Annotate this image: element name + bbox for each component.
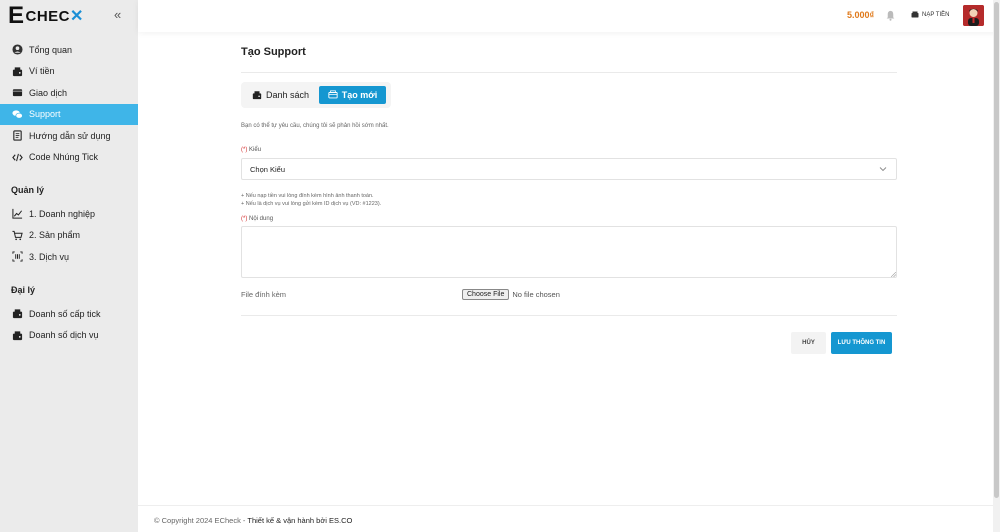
bell-icon[interactable] [885, 10, 896, 21]
required-mark: (*) [241, 216, 248, 222]
sidebar-item-label: 2. Sản phẩm [29, 230, 81, 241]
tab-label: Tạo mới [341, 90, 378, 100]
type-select[interactable]: Chọn Kiểu [241, 158, 897, 180]
type-select-value: Chọn Kiểu [250, 164, 286, 174]
attachment-label: File đính kèm [241, 290, 287, 299]
wallet-icon [911, 11, 919, 18]
ticket-icon [328, 90, 338, 99]
logo[interactable]: E CHEC ✕ [8, 4, 84, 28]
sidebar-item-label: Tổng quan [29, 44, 73, 55]
choose-file-button[interactable]: Choose File [462, 289, 510, 300]
sidebar-item-doanh-so-dich-vu[interactable]: Doanh số dịch vụ [0, 325, 138, 347]
sidebar-item-label: Giao dịch [29, 87, 68, 98]
credit-link[interactable]: Thiết kế & vận hành bởi ES.CO [247, 516, 352, 525]
content-label: (*) Nội dung [241, 216, 273, 222]
page-title: Tạo Support [241, 46, 306, 58]
sidebar-item-san-pham[interactable]: 2. Sản phẩm [0, 225, 138, 247]
file-status: No file chosen [512, 290, 560, 299]
type-label: (*) Kiểu [241, 147, 261, 153]
sidebar-item-label: Doanh số dịch vụ [29, 330, 99, 341]
sidebar-item-code-nhung[interactable]: Code Nhúng Tick [0, 147, 138, 169]
sidebar-item-label: Doanh số cấp tick [29, 308, 101, 319]
type-label-text: Kiểu [249, 147, 262, 153]
book-icon [11, 130, 24, 141]
cart-icon [11, 230, 24, 241]
intro-text: Bạn có thể tự yêu cầu, chúng tôi sẽ phản… [241, 123, 389, 129]
file-input: Choose File No file chosen [462, 289, 560, 300]
user-circle-icon [11, 44, 24, 55]
avatar-image [963, 5, 984, 26]
hint-topup: + Nếu nạp tiền vui lòng đính kèm hình ản… [241, 193, 374, 199]
cancel-button[interactable]: HỦY [791, 332, 826, 354]
footer: © Copyright 2024 ECheck - Thiết kế & vận… [138, 505, 993, 532]
sidebar-item-doanh-so-cap-tick[interactable]: Doanh số cấp tick [0, 303, 138, 325]
divider [241, 72, 897, 73]
scrollbar-thumb[interactable] [994, 2, 999, 498]
balance-amount: 5.000₫ [847, 10, 875, 20]
collapse-sidebar-button[interactable]: « [114, 8, 121, 22]
sidebar-item-doanh-nghiep[interactable]: 1. Doanh nghiệp [0, 203, 138, 225]
content-label-text: Nội dung [249, 216, 274, 222]
tab-danh-sach[interactable]: Danh sách [252, 86, 309, 104]
sidebar-main-nav: Tổng quan Ví tiền Giao dịch Support Hướn… [0, 39, 138, 168]
section-title-quan-ly: Quản lý [11, 185, 45, 195]
chevron-down-icon [879, 167, 887, 172]
wallet-icon [11, 308, 24, 319]
wallet-icon [11, 66, 24, 77]
sidebar-item-label: 3. Dịch vụ [29, 251, 70, 262]
sidebar-item-label: Hướng dẫn sử dụng [29, 130, 111, 141]
sidebar-item-vi-tien[interactable]: Ví tiền [0, 61, 138, 83]
sidebar-agent-nav: Doanh số cấp tick Doanh số dịch vụ [0, 303, 138, 346]
sidebar-item-dich-vu[interactable]: 3. Dịch vụ [0, 246, 138, 268]
resize-grip-icon[interactable] [891, 272, 896, 277]
sidebar-item-support[interactable]: Support [0, 103, 138, 125]
wallet-icon [11, 330, 24, 341]
sidebar-item-label: Ví tiền [29, 66, 55, 77]
divider [241, 315, 897, 316]
tab-tao-moi[interactable]: Tạo mới [319, 86, 386, 104]
copyright-text: © Copyright 2024 ECheck - [154, 516, 248, 525]
content-textarea[interactable] [241, 226, 897, 278]
logo-x: ✕ [70, 8, 84, 25]
logo-text: CHEC [25, 7, 71, 25]
sidebar-item-label: Code Nhúng Tick [29, 152, 99, 163]
sidebar-item-giao-dich[interactable]: Giao dịch [0, 82, 138, 104]
save-button[interactable]: LƯU THÔNG TIN [831, 332, 892, 354]
top-bar: 5.000₫ NẠP TIỀN [138, 0, 1000, 32]
avatar[interactable] [963, 5, 984, 26]
required-mark: (*) [241, 147, 248, 153]
code-icon [11, 152, 24, 163]
vertical-scrollbar[interactable] [993, 0, 1000, 532]
logo-row: E CHEC ✕ « [0, 0, 138, 32]
chart-icon [11, 208, 24, 219]
wallet-icon [252, 91, 262, 100]
tab-group: Danh sách Tạo mới [241, 82, 391, 108]
section-title-dai-ly: Đại lý [11, 285, 36, 295]
sidebar-item-label: Support [29, 109, 61, 120]
chat-icon [11, 109, 24, 120]
hint-service: + Nếu là dịch vụ vui lòng gửi kèm ID dịc… [241, 201, 382, 207]
sidebar-item-huong-dan[interactable]: Hướng dẫn sử dụng [0, 125, 138, 147]
footer-text: © Copyright 2024 ECheck - Thiết kế & vận… [154, 516, 352, 525]
logo-e: E [8, 2, 25, 29]
card-icon [11, 87, 24, 98]
sidebar: E CHEC ✕ « Tổng quan Ví tiền Giao dịch S… [0, 0, 138, 532]
sidebar-item-tong-quan[interactable]: Tổng quan [0, 39, 138, 61]
sidebar-item-label: 1. Doanh nghiệp [29, 208, 96, 219]
topup-button[interactable]: NẠP TIỀN [911, 11, 949, 18]
barcode-icon [11, 251, 24, 262]
topup-label: NẠP TIỀN [922, 11, 950, 18]
sidebar-manage-nav: 1. Doanh nghiệp 2. Sản phẩm 3. Dịch vụ [0, 203, 138, 268]
tab-label: Danh sách [266, 90, 310, 100]
